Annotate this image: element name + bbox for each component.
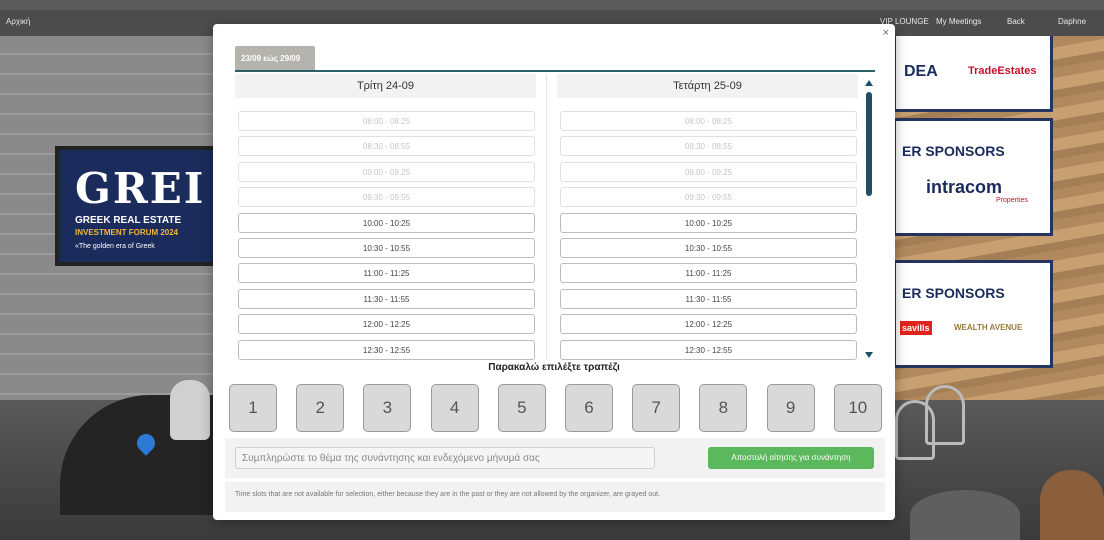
chair (925, 385, 965, 445)
nav-home-link[interactable]: Αρχική (6, 17, 30, 26)
poster-line-1: GREEK REAL ESTATE (75, 215, 182, 226)
time-slot-button[interactable]: 12:00 - 12:25 (238, 314, 535, 335)
table-button[interactable]: 4 (430, 384, 479, 432)
tab-week[interactable]: 23/09 εώς 29/09 (235, 46, 315, 70)
poster-logo: GREI (75, 164, 206, 213)
sponsor-logo-wealth-avenue: WEALTH AVENUE (954, 323, 1023, 332)
poster-line-3: «The golden era of Greek (75, 243, 155, 250)
scroll-up-icon[interactable] (865, 80, 873, 86)
time-slot-button: 08:30 - 08:55 (560, 136, 857, 157)
avatar-figure (1040, 470, 1104, 540)
time-slot-button[interactable]: 11:30 - 11:55 (238, 288, 535, 309)
time-slot-button[interactable]: 11:00 - 11:25 (238, 263, 535, 284)
day-column: Τρίτη 24-09 08:00 - 08:25 08:30 - 08:55 09… (235, 74, 536, 360)
time-slot-button[interactable]: 10:00 - 10:25 (238, 212, 535, 233)
table-button[interactable]: 5 (497, 384, 546, 432)
meeting-subject-input[interactable]: Συμπληρώστε το θέμα της συνάντησης και ε… (235, 447, 655, 469)
availability-note: Time slots that are not available for se… (225, 482, 885, 512)
sponsor-board-3: ER SPONSORS savills WEALTH AVENUE (893, 260, 1053, 368)
table-button[interactable]: 3 (363, 384, 412, 432)
time-slot-button: 09:00 - 09:25 (560, 161, 857, 182)
time-slot-button: 08:00 - 08:25 (238, 111, 535, 131)
day-header: Τετάρτη 25-09 (557, 74, 858, 98)
sponsor-logo-tradeestates: TradeEstates (968, 65, 1037, 77)
poster-line-2: INVESTMENT FORUM 2024 (75, 228, 179, 237)
table-button[interactable]: 6 (565, 384, 613, 432)
time-slot-button[interactable]: 10:30 - 10:55 (560, 238, 857, 258)
meeting-request-dialog: × 23/09 εώς 29/09 Τρίτη 24-09 08:00 - 08… (213, 24, 895, 520)
column-divider (546, 74, 547, 360)
table-button[interactable]: 1 (229, 384, 277, 432)
stool (910, 490, 1020, 540)
sponsor-heading: ER SPONSORS (902, 285, 1005, 301)
nav-my-meetings-link[interactable]: My Meetings (936, 17, 981, 26)
time-slot-button[interactable]: 12:30 - 12:55 (238, 339, 535, 360)
avatar-figure (170, 380, 210, 440)
time-slot-button[interactable]: 12:30 - 12:55 (560, 339, 857, 360)
day-header: Τρίτη 24-09 (235, 74, 536, 98)
sponsor-board-2: ER SPONSORS intracom Properties (893, 118, 1053, 236)
sponsor-logo-dea: DEA (904, 63, 938, 80)
close-icon[interactable]: × (883, 27, 889, 39)
table-button[interactable]: 2 (296, 384, 345, 432)
table-button[interactable]: 9 (766, 384, 815, 432)
scrollbar-thumb[interactable] (866, 92, 872, 196)
sponsor-logo-intracom: intracom (926, 177, 1003, 197)
day-column: Τετάρτη 25-09 08:00 - 08:25 08:30 - 08:55… (557, 74, 858, 360)
time-slot-calendar: Τρίτη 24-09 08:00 - 08:25 08:30 - 08:55 09… (235, 74, 865, 360)
send-request-button[interactable]: Αποστολή αίτησης για συνάντηση (708, 447, 874, 469)
time-slot-button[interactable]: 11:30 - 11:55 (560, 288, 857, 309)
time-slot-button: 09:30 - 09:55 (238, 187, 535, 208)
message-bar: Συμπληρώστε το θέμα της συνάντησης και ε… (225, 438, 885, 478)
sponsor-board-1: DEA TradeEstates (893, 30, 1053, 112)
nav-user-name[interactable]: Daphne (1058, 17, 1086, 26)
forum-poster: GREI GREEK REAL ESTATE INVESTMENT FORUM … (55, 146, 225, 266)
table-button[interactable]: 10 (833, 384, 882, 432)
table-button[interactable]: 8 (699, 384, 748, 432)
sponsor-heading: ER SPONSORS (902, 143, 1005, 159)
scroll-down-icon[interactable] (865, 352, 873, 358)
time-slot-button[interactable]: 10:30 - 10:55 (238, 238, 535, 258)
tab-underline (235, 70, 875, 72)
time-slot-button: 08:30 - 08:55 (238, 136, 535, 157)
nav-back-link[interactable]: Back (1007, 17, 1025, 26)
sponsor-logo-savills: savills (900, 321, 932, 335)
table-selection-title: Παρακαλώ επιλέξτε τραπέζι (488, 362, 620, 373)
time-slot-button: 09:30 - 09:55 (560, 187, 857, 208)
time-slot-button[interactable]: 10:00 - 10:25 (560, 212, 857, 233)
time-slot-button: 08:00 - 08:25 (560, 111, 857, 131)
time-slot-button: 09:00 - 09:25 (238, 161, 535, 182)
time-slot-button[interactable]: 12:00 - 12:25 (560, 314, 857, 335)
sponsor-logo-sub: Properties (996, 197, 1028, 204)
availability-note-text: Time slots that are not available for se… (235, 491, 661, 498)
time-slot-button[interactable]: 11:00 - 11:25 (560, 263, 857, 284)
calendar-scrollbar[interactable] (865, 80, 873, 358)
table-button[interactable]: 7 (632, 384, 681, 432)
table-selector: 1 2 3 4 5 6 7 8 9 10 (227, 382, 887, 436)
